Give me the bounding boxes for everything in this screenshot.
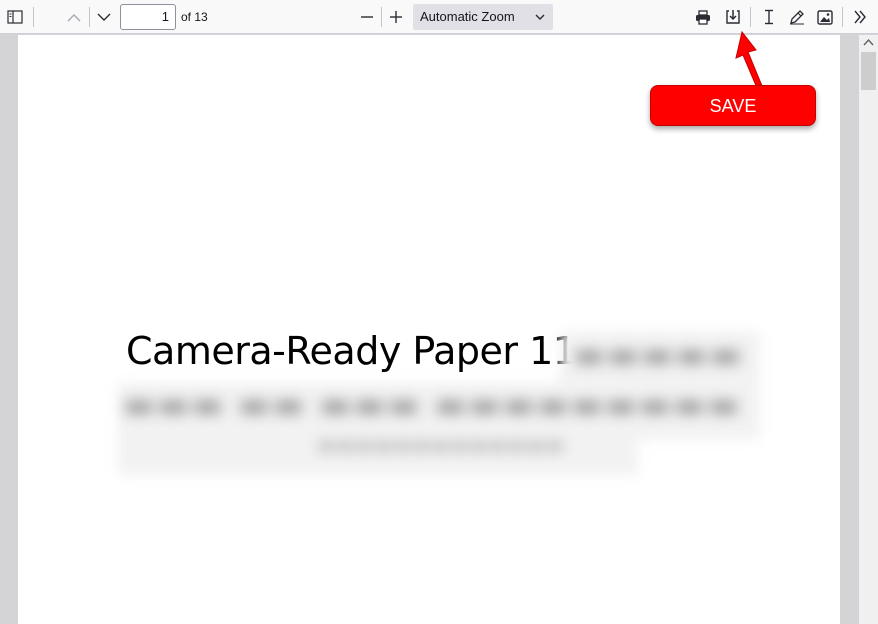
vertical-scrollbar[interactable] <box>859 35 878 624</box>
redacted-text: ▬▬▬▬▬▬▬▬▬▬▬▬▬ <box>318 435 566 456</box>
pencil-icon[interactable] <box>785 5 809 29</box>
minus-icon[interactable] <box>355 5 379 29</box>
save-callout: SAVE <box>650 85 816 126</box>
annotation-arrow <box>735 30 763 89</box>
redacted-text: ▬▬▬▬▬ <box>573 335 744 375</box>
document-title: Camera-Ready Paper 11 <box>126 329 577 373</box>
zoom-value: Automatic Zoom <box>420 9 515 24</box>
chevron-down-icon <box>535 4 545 30</box>
toolbar-divider <box>33 7 34 27</box>
text-cursor-icon[interactable] <box>757 5 781 29</box>
sidebar-toggle-icon[interactable] <box>3 5 27 29</box>
plus-icon[interactable] <box>384 5 408 29</box>
chevron-up-icon[interactable] <box>62 5 86 29</box>
image-icon[interactable] <box>813 5 837 29</box>
print-icon[interactable] <box>691 5 715 29</box>
page-number-input[interactable]: 1 <box>120 4 176 30</box>
scroll-up-arrow-icon[interactable] <box>863 38 874 46</box>
zoom-select[interactable]: Automatic Zoom <box>413 4 553 30</box>
toolbar-divider <box>842 7 843 27</box>
pdf-toolbar: 1 of 13 Automatic Zoom <box>0 0 878 34</box>
toolbar-divider <box>89 7 90 27</box>
scrollbar-thumb[interactable] <box>861 52 876 90</box>
download-icon[interactable] <box>721 5 745 29</box>
chevron-down-icon[interactable] <box>92 5 116 29</box>
toolbar-divider <box>381 7 382 27</box>
toolbar-divider <box>750 7 751 27</box>
redacted-text: ▬▬▬ ▬▬ ▬▬▬ ▬▬▬▬▬▬▬▬▬ <box>123 385 742 425</box>
double-chevron-right-icon[interactable] <box>848 5 872 29</box>
page-count: of 13 <box>181 10 208 24</box>
